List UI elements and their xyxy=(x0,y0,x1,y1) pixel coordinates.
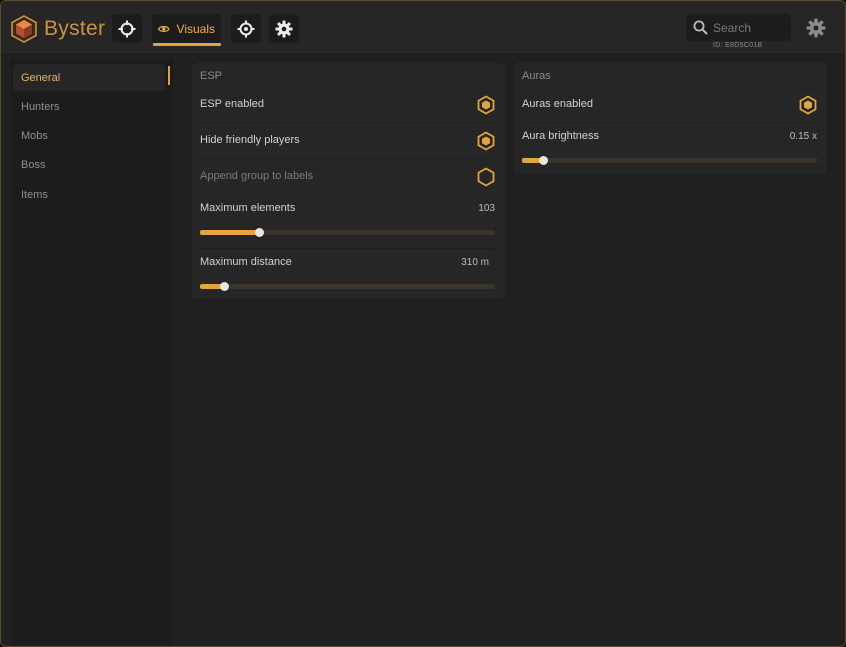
aura-brightness-slider[interactable] xyxy=(522,156,817,165)
setting-label: Hide friendly players xyxy=(200,134,300,146)
sidebar-item-label: Items xyxy=(21,188,48,201)
esp-enabled-row: ESP enabled xyxy=(200,95,495,115)
client-id: ID: E8D5C01B xyxy=(713,42,763,49)
sidebar-active-indicator xyxy=(168,66,170,85)
byster-logo-icon xyxy=(11,15,37,43)
hide-friendly-row: Hide friendly players xyxy=(200,131,495,151)
auras-enabled-row: Auras enabled xyxy=(522,95,817,115)
sidebar-item-label: Boss xyxy=(21,158,46,171)
sidebar-item-boss[interactable]: Boss xyxy=(13,151,165,178)
hexagon-toggle-icon[interactable] xyxy=(477,167,495,187)
search-box[interactable] xyxy=(686,14,791,41)
slider-fill xyxy=(200,230,259,235)
panel-title: Auras xyxy=(522,70,551,82)
sidebar-item-label: Mobs xyxy=(21,129,48,142)
search-input[interactable] xyxy=(713,20,783,35)
sidebar-item-general[interactable]: General xyxy=(13,64,165,91)
divider xyxy=(200,122,495,123)
divider xyxy=(200,248,495,249)
aura-brightness-row: Aura brightness 0.15 x xyxy=(522,130,817,170)
sidebar-item-mobs[interactable]: Mobs xyxy=(13,122,165,149)
panel-title: ESP xyxy=(200,70,223,82)
target-icon xyxy=(237,20,255,37)
setting-value: 310 m xyxy=(461,257,489,268)
active-tab-underline xyxy=(153,43,221,46)
setting-label: Aura brightness xyxy=(522,130,600,142)
divider xyxy=(522,122,817,123)
setting-value: 103 xyxy=(478,203,495,214)
hexagon-toggle-icon[interactable] xyxy=(799,95,817,115)
max-elements-row: Maximum elements 103 xyxy=(200,202,495,242)
setting-label: Append group to labels xyxy=(200,170,314,182)
sidebar: General Hunters Mobs Boss Items xyxy=(11,59,173,644)
setting-label: Maximum elements xyxy=(200,202,296,214)
hexagon-toggle-icon[interactable] xyxy=(477,131,495,151)
setting-value: 0.15 x xyxy=(789,131,817,142)
tab-aim[interactable] xyxy=(112,14,142,43)
top-bar: Byster Visuals Search ID: E8D5C01B xyxy=(1,1,845,55)
search-icon xyxy=(693,20,708,35)
sidebar-item-items[interactable]: Items xyxy=(13,181,165,208)
brand-name: Byster xyxy=(44,17,106,40)
max-distance-slider[interactable] xyxy=(200,282,495,291)
hexagon-toggle-icon[interactable] xyxy=(477,95,495,115)
tab-visuals-label: Visuals xyxy=(176,21,215,36)
crosshair-icon xyxy=(118,20,136,37)
tab-target[interactable] xyxy=(231,14,261,43)
setting-label: ESP enabled xyxy=(200,98,265,110)
sidebar-item-label: Hunters xyxy=(21,100,60,113)
setting-label: Maximum distance xyxy=(200,256,292,268)
sidebar-item-hunters[interactable]: Hunters xyxy=(13,93,165,120)
auras-panel: Auras Auras enabled Aura brightness 0.15… xyxy=(514,63,827,174)
max-distance-row: Maximum distance 310 m xyxy=(200,256,495,296)
divider xyxy=(200,158,495,159)
tab-settings[interactable] xyxy=(269,14,299,43)
slider-handle[interactable] xyxy=(538,156,548,165)
append-group-row: Append group to labels xyxy=(200,167,495,187)
slider-handle[interactable] xyxy=(219,282,229,291)
max-elements-slider[interactable] xyxy=(200,228,495,237)
tab-visuals[interactable]: Visuals xyxy=(152,14,221,43)
setting-label: Auras enabled xyxy=(522,98,593,110)
app-window: Byster Visuals Search ID: E8D5C01B Gener… xyxy=(0,0,846,647)
gear-icon[interactable] xyxy=(806,18,826,38)
sidebar-item-label: General xyxy=(21,71,61,84)
slider-handle[interactable] xyxy=(255,228,264,237)
gear-icon xyxy=(275,20,293,37)
eye-icon xyxy=(158,25,170,32)
brand: Byster xyxy=(11,15,105,43)
esp-panel: ESP ESP enabled Hide friendly players Ap… xyxy=(192,63,505,299)
